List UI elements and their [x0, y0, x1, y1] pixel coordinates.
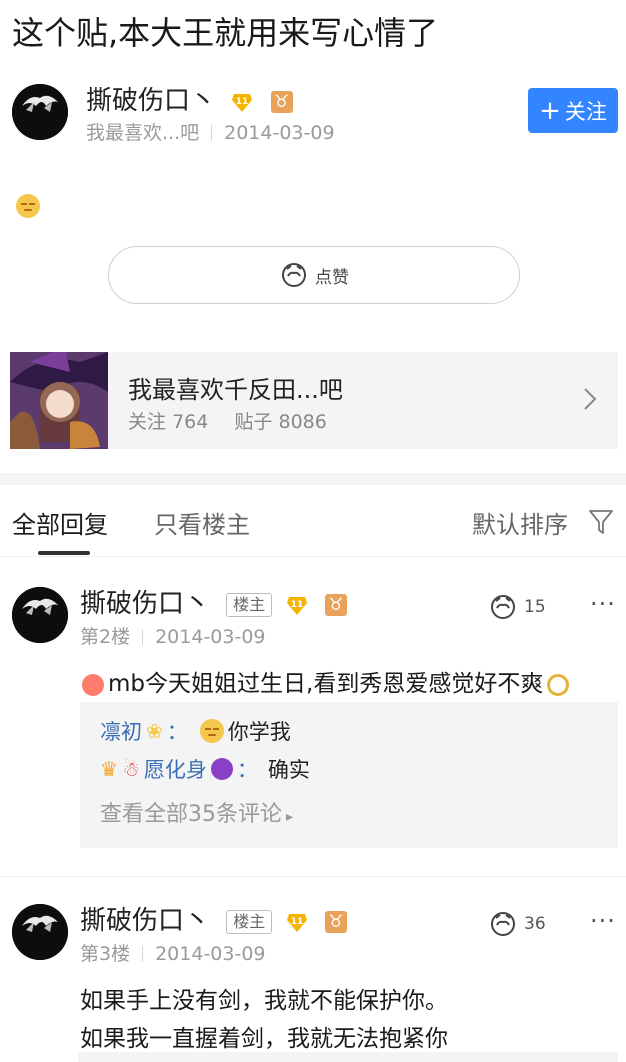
more-options-icon[interactable]: ···: [590, 590, 616, 618]
comment-sep: ：: [166, 720, 188, 744]
more-options-icon[interactable]: ···: [590, 907, 616, 935]
sleepy-face-icon: [16, 194, 40, 218]
plus-icon: +: [539, 95, 561, 126]
comments-box: 凛初 ❀ ： 你学我 ♛ ☃ 愿化身 ： 确实 查看全部35条评论 ▸: [80, 702, 618, 848]
level-badge-icon: 11: [285, 910, 309, 934]
reply-author[interactable]: 撕破伤口丶 楼主 11 ♉: [80, 583, 347, 620]
owner-tag: 楼主: [226, 592, 273, 617]
like-count: 36: [524, 914, 546, 934]
level-number: 11: [290, 917, 303, 927]
devil-icon: [210, 758, 233, 780]
floor-number: 第3楼: [80, 943, 131, 965]
reply-date: 2014-03-09: [155, 943, 266, 965]
like-button[interactable]: 点赞: [108, 246, 520, 304]
tab-only-owner[interactable]: 只看楼主: [154, 505, 250, 540]
tab-all-replies[interactable]: 全部回复: [12, 505, 108, 540]
comment-sep: ：: [236, 758, 258, 782]
reply-separator: [0, 876, 626, 877]
comment-text: 确实: [267, 758, 310, 782]
post-meta: 我最喜欢...吧 2014-03-09: [86, 118, 335, 145]
chevron-right-icon: [584, 388, 597, 410]
reply-text-content: mb今天姐姐过生日,看到秀恩爱感觉好不爽: [108, 671, 544, 697]
post-date: 2014-03-09: [224, 122, 335, 144]
tabs-divider: [0, 556, 626, 557]
comment-text: 你学我: [227, 720, 291, 744]
santa-icon: ☃: [121, 757, 140, 781]
forum-avatar: [10, 352, 108, 449]
comment-user[interactable]: 凛初: [100, 716, 142, 746]
caret-right-icon: ▸: [286, 809, 294, 825]
level-badge-icon: 11: [230, 90, 254, 114]
thumbs-up-icon: [282, 263, 306, 287]
comment-row[interactable]: 凛初 ❀ ： 你学我: [100, 716, 291, 746]
author-name[interactable]: 撕破伤口丶 11 ♉: [86, 80, 293, 117]
zodiac-badge-icon: ♉: [324, 910, 347, 933]
reply-author-name[interactable]: 撕破伤口丶: [80, 906, 210, 936]
thumbs-up-icon: [491, 595, 515, 619]
comments-box-peek: [78, 1052, 618, 1062]
follow-button[interactable]: + 关注: [528, 88, 618, 133]
view-all-comments-label: 查看全部35条评论: [100, 802, 282, 827]
level-number: 11: [290, 600, 303, 610]
post-title: 这个贴,本大王就用来写心情了: [12, 14, 439, 52]
reply-date: 2014-03-09: [155, 626, 266, 648]
forum-stats: 关注 764 贴子 8086: [128, 407, 327, 434]
like-label: 点赞: [315, 267, 349, 288]
post-body-emoji: [16, 194, 40, 218]
reply-meta: 第2楼 2014-03-09: [80, 622, 266, 649]
section-divider: [0, 473, 626, 485]
view-all-comments-link[interactable]: 查看全部35条评论 ▸: [100, 796, 293, 828]
forum-follow-count: 764: [172, 411, 209, 433]
reply-author-name[interactable]: 撕破伤口丶: [80, 589, 210, 619]
active-tab-indicator: [38, 551, 90, 555]
sleepy-face-icon: [199, 719, 224, 743]
level-badge-icon: 11: [285, 593, 309, 617]
level-number: 11: [236, 97, 249, 107]
zodiac-badge-icon: ♉: [270, 90, 293, 113]
ring-icon: [547, 673, 570, 696]
forum-posts-label: 贴子: [234, 411, 273, 433]
zodiac-badge-icon: ♉: [324, 593, 347, 616]
reply-like-button[interactable]: 15: [488, 592, 546, 622]
reply-text: mb今天姐姐过生日,看到秀恩爱感觉好不爽: [82, 664, 570, 698]
flower-icon: ❀: [146, 719, 163, 743]
comment-row[interactable]: ♛ ☃ 愿化身 ： 确实: [100, 754, 310, 784]
floor-number: 第2楼: [80, 626, 131, 648]
author-avatar[interactable]: [12, 84, 68, 140]
reply-meta: 第3楼 2014-03-09: [80, 939, 266, 966]
owner-tag: 楼主: [226, 909, 273, 934]
reply-like-button[interactable]: 36: [488, 909, 546, 939]
comment-user[interactable]: 愿化身: [144, 754, 207, 784]
follow-label: 关注: [564, 99, 607, 124]
reply-author[interactable]: 撕破伤口丶 楼主 11 ♉: [80, 900, 347, 937]
reply-avatar[interactable]: [12, 587, 68, 643]
angry-face-icon: [82, 673, 104, 696]
reply-text-line: 如果手上没有剑，我就不能保护你。: [80, 988, 448, 1014]
reply-avatar[interactable]: [12, 904, 68, 960]
crown-icon: ♛: [100, 757, 118, 781]
forum-short-name[interactable]: 我最喜欢...吧: [86, 122, 199, 144]
thumbs-up-icon: [491, 912, 515, 936]
forum-name[interactable]: 我最喜欢千反田...吧: [128, 370, 343, 405]
forum-posts-count: 8086: [278, 411, 327, 433]
filter-icon[interactable]: [588, 508, 614, 536]
forum-follow-label: 关注: [128, 411, 167, 433]
forum-card[interactable]: 我最喜欢千反田...吧 关注 764 贴子 8086: [10, 352, 618, 449]
like-count: 15: [524, 597, 546, 617]
sort-dropdown[interactable]: 默认排序: [472, 505, 568, 540]
author-name-text[interactable]: 撕破伤口丶: [86, 86, 216, 116]
reply-text-line: 如果我一直握着剑，我就无法抱紧你: [80, 1026, 448, 1052]
